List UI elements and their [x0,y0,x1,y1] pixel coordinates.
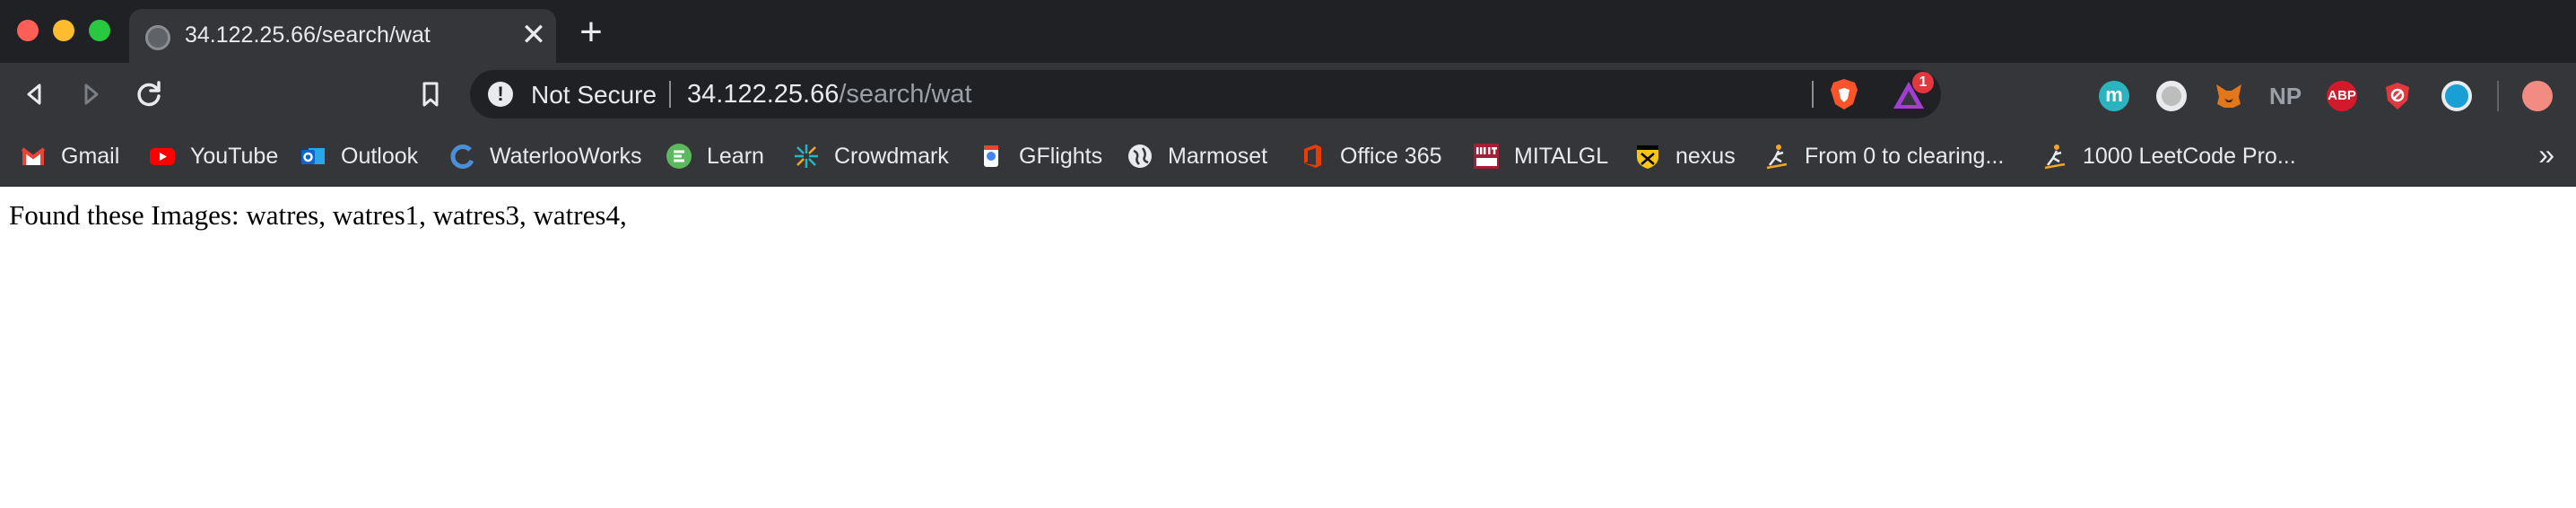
gflights-icon [978,143,1005,170]
np-extension-icon[interactable]: NP [2267,81,2303,111]
new-tab-button[interactable]: + [574,13,608,52]
reload-icon [137,81,161,107]
gmail-icon [20,143,47,170]
bookmark-gmail[interactable]: Gmail [20,136,119,176]
adblock-plus-icon[interactable]: ABP [2327,81,2357,111]
active-tab[interactable]: 34.122.25.66/search/wat ✕ [129,9,556,65]
office-icon [1299,143,1326,170]
climber-icon [1763,143,1790,170]
learn-icon [666,143,692,170]
search-result-text: Found these Images: watres, watres1, wat… [9,199,627,231]
circle-extension-icon[interactable] [2156,81,2187,111]
omnibox-divider [669,81,671,108]
bookmark-1000-leetcode[interactable]: 1000 LeetCode Pro... [2041,136,2296,176]
forward-arrow-icon [84,83,99,105]
bookmark-learn[interactable]: Learn [666,136,764,176]
back-arrow-icon [27,83,41,105]
tab-title: 34.122.25.66/search/wat [185,22,431,48]
bookmark-nexus[interactable]: nexus [1634,136,1736,176]
bookmarks-bar: Gmail YouTube Outlook WaterlooWorks Lear… [0,126,2576,187]
bookmark-from-0-to-clearing[interactable]: From 0 to clearing... [1763,136,2004,176]
reload-button[interactable] [129,74,169,114]
bookmark-icon [422,82,439,107]
metamask-fox-icon[interactable] [2214,81,2244,111]
bookmark-gflights[interactable]: GFlights [978,136,1102,176]
page-content: Found these Images: watres, watres1, wat… [0,187,2576,508]
tab-strip: 34.122.25.66/search/wat ✕ + [0,0,2576,65]
url-path: /search/wat [839,80,972,109]
bookmark-outlook[interactable]: Outlook [300,136,418,176]
tab-close-button[interactable]: ✕ [518,20,549,50]
security-status[interactable]: Not Secure [531,81,657,109]
window-maximize-button[interactable] [89,20,110,41]
profile-avatar[interactable] [2522,81,2553,111]
waterloo-shield-icon [1634,143,1661,170]
bookmark-waterlooworks[interactable]: WaterlooWorks [448,136,641,176]
omnibox-divider [1812,81,1814,108]
meet-extension-icon[interactable]: m [2099,81,2129,111]
bookmarks-overflow-chevron-icon[interactable]: » [2538,138,2554,171]
url-host: 34.122.25.66 [687,80,840,109]
privacy-shield-icon[interactable] [2382,81,2413,111]
globe-icon [1127,143,1153,170]
outlook-icon [300,143,326,170]
globe-icon [145,25,170,50]
info-icon[interactable]: ! [488,82,513,107]
forward-button[interactable] [72,74,111,114]
window-minimize-button[interactable] [53,20,74,41]
address-bar[interactable]: ! Not Secure 34.122.25.66/search/wat 1 [470,70,1941,118]
mit-ocw-icon [1473,143,1500,170]
back-button[interactable] [14,74,54,114]
crowdmark-icon [793,143,820,170]
bookmark-button[interactable] [411,74,450,114]
brave-shields-icon[interactable] [1828,77,1860,111]
blue-extension-icon[interactable] [2441,81,2472,111]
toolbar: ! Not Secure 34.122.25.66/search/wat 1 m… [0,63,2576,126]
bookmark-mitalgl[interactable]: MITALGL [1473,136,1608,176]
waterlooworks-icon [448,143,475,170]
toolbar-divider [2497,81,2499,111]
rewards-badge: 1 [1912,72,1934,93]
url-text[interactable]: 34.122.25.66/search/wat [687,80,972,109]
bookmark-marmoset[interactable]: Marmoset [1127,136,1267,176]
climber-icon [2041,143,2068,170]
bookmark-office-365[interactable]: Office 365 [1299,136,1442,176]
bookmark-crowdmark[interactable]: Crowdmark [793,136,949,176]
bookmark-youtube[interactable]: YouTube [149,136,278,176]
window-close-button[interactable] [17,20,39,41]
youtube-icon [149,143,176,170]
